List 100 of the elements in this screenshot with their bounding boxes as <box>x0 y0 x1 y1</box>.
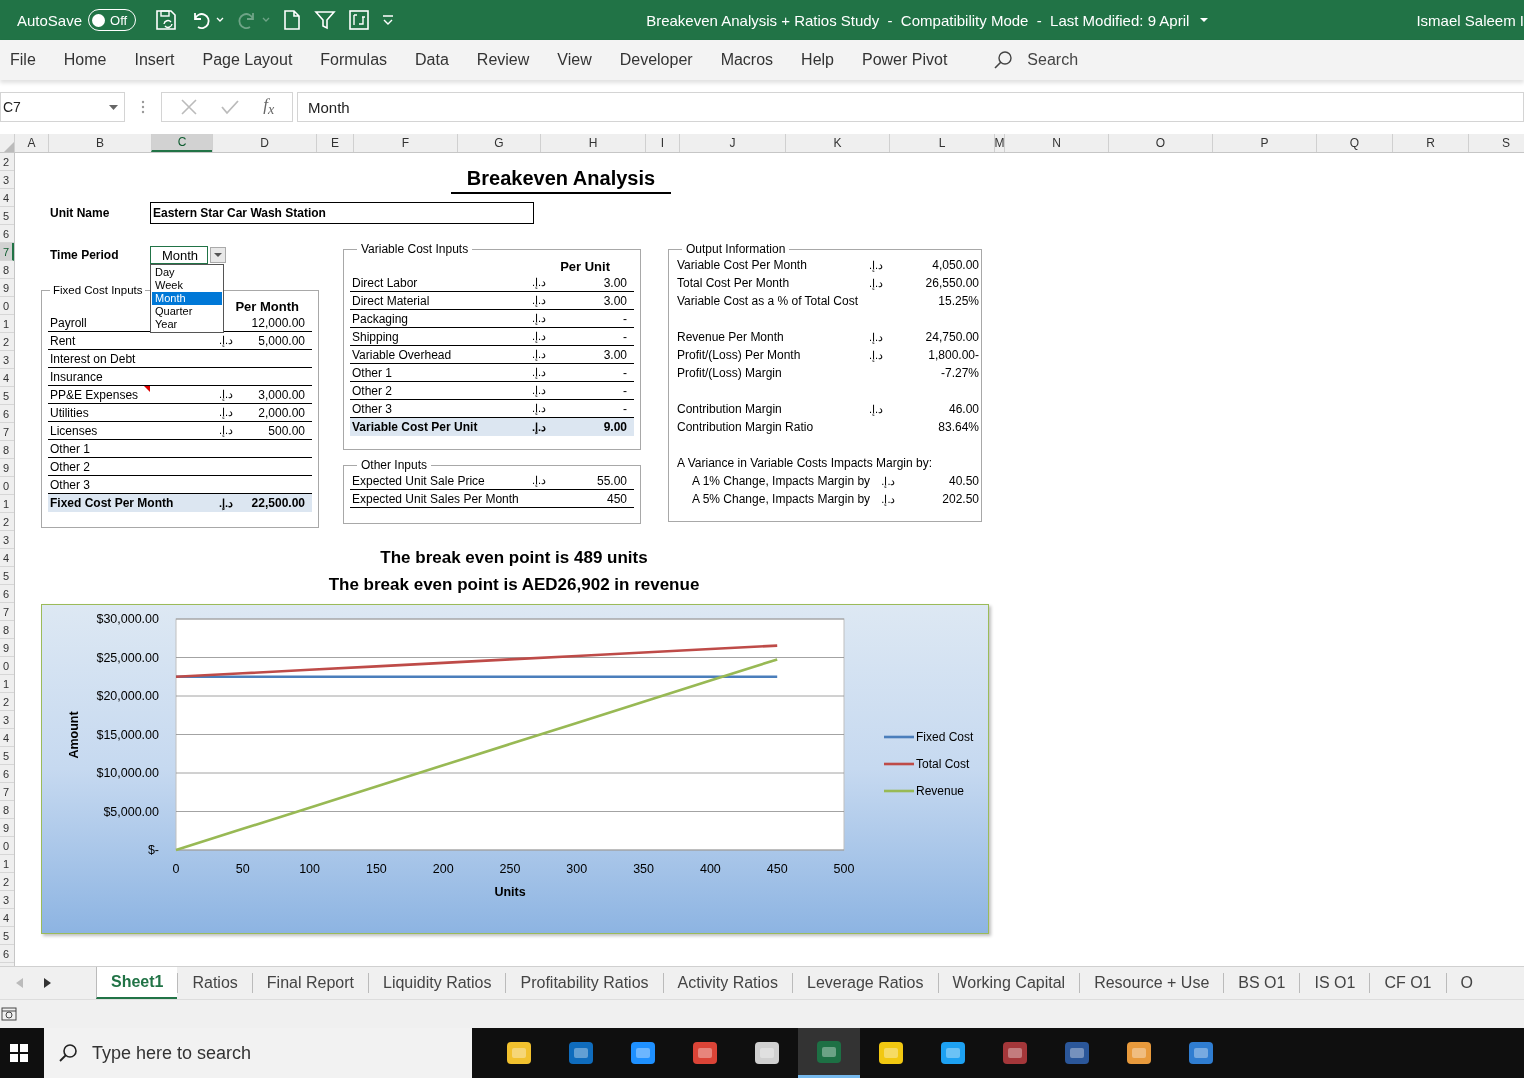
row-header[interactable]: 0 <box>0 657 14 675</box>
column-header[interactable]: M <box>994 134 1004 152</box>
macro-record-icon[interactable] <box>1 1007 17 1021</box>
column-header[interactable]: K <box>785 134 889 152</box>
column-header[interactable]: G <box>457 134 540 152</box>
ribbon-tab[interactable]: Home <box>63 51 107 69</box>
insert-function-button[interactable]: f$_{x}$ <box>263 95 275 119</box>
dropdown-option[interactable]: Day <box>152 266 222 279</box>
user-name[interactable]: Ismael Saleem I <box>1416 11 1524 29</box>
search-field[interactable]: Search <box>1025 50 1180 70</box>
row-header[interactable]: 4 <box>0 549 14 567</box>
sheet-tab[interactable]: BS O1 <box>1223 973 1300 993</box>
row-header[interactable]: 9 <box>0 279 14 297</box>
row-header[interactable]: 0 <box>0 837 14 855</box>
next-sheet-icon[interactable] <box>44 978 52 988</box>
row-header[interactable]: 1 <box>0 495 14 513</box>
column-header[interactable]: L <box>889 134 994 152</box>
row-header[interactable]: 3 <box>0 531 14 549</box>
row-header[interactable]: 2 <box>0 513 14 531</box>
column-header[interactable]: A <box>14 134 48 152</box>
new-document-icon[interactable] <box>282 9 303 31</box>
column-header[interactable]: S <box>1468 134 1524 152</box>
sheet-tab[interactable]: Final Report <box>251 973 368 993</box>
ribbon-tab[interactable]: File <box>10 51 36 69</box>
column-header[interactable]: F <box>353 134 457 152</box>
sheet-tab[interactable]: IS O1 <box>1299 973 1370 993</box>
sheet-tab[interactable]: Sheet1 <box>96 967 178 999</box>
row-header[interactable]: 3 <box>0 351 14 369</box>
ribbon-tab[interactable]: Power Pivot <box>862 51 948 69</box>
dropdown-option[interactable]: Year <box>152 318 222 331</box>
row-header[interactable]: 7 <box>0 423 14 441</box>
column-header[interactable]: D <box>212 134 316 152</box>
sheet-tab[interactable]: O <box>1445 973 1487 993</box>
ribbon-tab[interactable]: Data <box>415 51 449 69</box>
row-header[interactable]: 5 <box>0 387 14 405</box>
ribbon-tab[interactable]: Insert <box>134 51 175 69</box>
column-header[interactable]: O <box>1108 134 1212 152</box>
row-header[interactable]: 9 <box>0 819 14 837</box>
dropdown-option[interactable]: Quarter <box>152 305 222 318</box>
comment-indicator-icon[interactable] <box>144 386 150 392</box>
row-header[interactable]: 4 <box>0 369 14 387</box>
formula-field[interactable]: Month <box>297 92 1524 122</box>
column-header[interactable]: R <box>1392 134 1468 152</box>
ribbon-tab[interactable]: Developer <box>619 51 693 69</box>
sheet-tab[interactable]: Profitability Ratios <box>505 973 663 993</box>
caret-icon[interactable] <box>1199 17 1210 23</box>
row-header[interactable]: 6 <box>0 585 14 603</box>
row-header[interactable]: 9 <box>0 459 14 477</box>
taskbar-search-field[interactable]: Type here to search <box>44 1028 472 1078</box>
row-header[interactable]: 2 <box>0 693 14 711</box>
row-header[interactable]: 3 <box>0 711 14 729</box>
sheet-tab[interactable]: Activity Ratios <box>662 973 792 993</box>
ribbon-tab[interactable]: Review <box>476 51 530 69</box>
row-header[interactable]: 5 <box>0 747 14 765</box>
row-header[interactable]: 6 <box>0 945 14 963</box>
column-header[interactable]: E <box>316 134 353 152</box>
customize-icon[interactable] <box>382 14 395 26</box>
sheet-tab[interactable]: CF O1 <box>1369 973 1446 993</box>
filter-icon[interactable] <box>314 9 337 31</box>
row-header[interactable]: 6 <box>0 405 14 423</box>
search-icon[interactable] <box>58 1043 78 1063</box>
row-header[interactable]: 0 <box>0 297 14 315</box>
form-icon[interactable] <box>348 9 371 31</box>
row-header[interactable]: 8 <box>0 261 14 279</box>
ribbon-tab[interactable]: Formulas <box>320 51 388 69</box>
row-header[interactable]: 9 <box>0 639 14 657</box>
sheet-tab[interactable]: Resource + Use <box>1079 973 1224 993</box>
row-header[interactable]: 2 <box>0 333 14 351</box>
sheet-tab[interactable]: Liquidity Ratios <box>368 973 506 993</box>
row-header[interactable]: 5 <box>0 567 14 585</box>
ribbon-tab[interactable]: View <box>557 51 592 69</box>
row-header[interactable]: 7 <box>0 783 14 801</box>
row-header[interactable]: 0 <box>0 477 14 495</box>
ribbon-tab[interactable]: Page Layout <box>202 51 293 69</box>
row-header[interactable]: 3 <box>0 171 14 189</box>
name-box[interactable]: C7 <box>0 92 125 122</box>
sheet-tab[interactable]: Working Capital <box>937 973 1080 993</box>
row-header[interactable]: 7 <box>0 603 14 621</box>
row-header[interactable]: 7 <box>0 243 14 261</box>
row-header[interactable]: 1 <box>0 855 14 873</box>
row-header[interactable]: 1 <box>0 315 14 333</box>
row-header[interactable]: 4 <box>0 189 14 207</box>
column-header[interactable]: H <box>540 134 645 152</box>
row-header[interactable]: 6 <box>0 765 14 783</box>
row-header[interactable]: 8 <box>0 441 14 459</box>
ribbon-tab[interactable]: Help <box>801 51 834 69</box>
row-header[interactable]: 5 <box>0 207 14 225</box>
sheet-tab[interactable]: Ratios <box>177 973 252 993</box>
time-period-cell[interactable]: Month <box>150 246 208 264</box>
row-header[interactable]: 4 <box>0 909 14 927</box>
row-header[interactable]: 2 <box>0 153 14 171</box>
dropdown-option[interactable]: Month <box>152 292 222 305</box>
column-header[interactable]: J <box>679 134 785 152</box>
unit-name-field[interactable]: Eastern Star Car Wash Station <box>150 202 534 224</box>
row-header[interactable]: 5 <box>0 927 14 945</box>
sheet-tab[interactable]: Leverage Ratios <box>792 973 938 993</box>
row-header[interactable]: 8 <box>0 621 14 639</box>
search-icon[interactable] <box>993 50 1014 70</box>
windows-start-icon[interactable] <box>10 1044 28 1062</box>
save-icon[interactable] <box>154 8 179 32</box>
